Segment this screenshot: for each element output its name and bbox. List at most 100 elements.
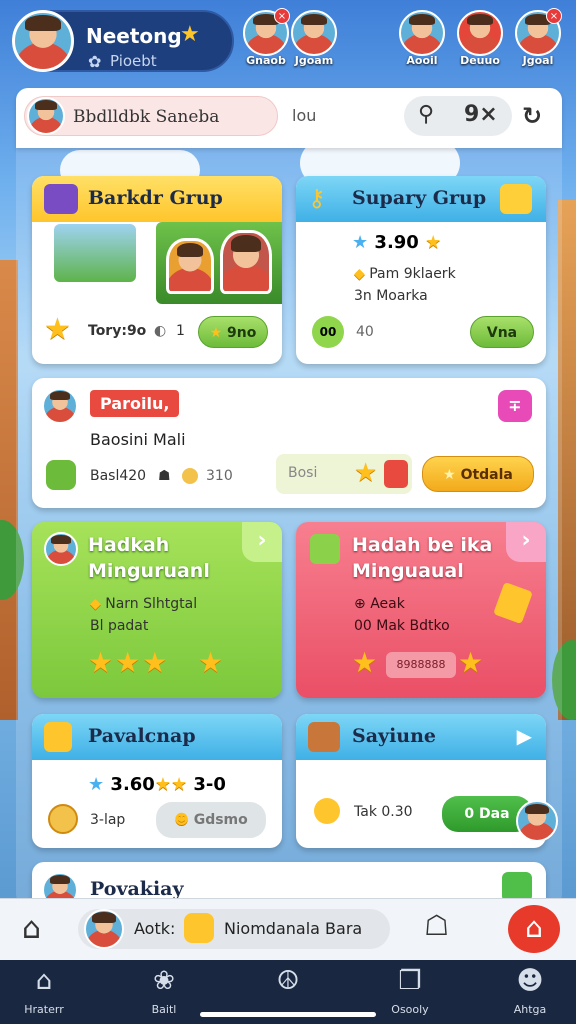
character-art xyxy=(156,222,282,304)
player-name: Neetong xyxy=(86,24,182,48)
house-icon[interactable]: ⌂ xyxy=(22,911,41,946)
quest-line-1: ◆ Narn Slhtgtal xyxy=(90,596,198,612)
chat-label: Aotk: xyxy=(134,919,176,938)
card-title: Pavalcnap xyxy=(88,725,196,747)
search-icon[interactable]: ⚲ xyxy=(418,102,434,127)
scroll-icon xyxy=(44,722,72,752)
event-label: 3-lap xyxy=(90,812,126,828)
group-card-1[interactable]: Barkdr Grup ★ Tory:9o ◐ 1 ★ 9no xyxy=(32,176,282,364)
profile-tag: Paroilu, xyxy=(90,390,180,417)
profile-subtitle: Baosini Mali xyxy=(90,430,186,449)
quest-title-1: Hadkah xyxy=(88,534,170,556)
search-input[interactable]: lou xyxy=(292,106,316,125)
gift-input-text: Bosi xyxy=(288,465,318,481)
quest-title-1: Hadah be ika xyxy=(352,534,493,556)
card-title: Sayiune xyxy=(352,725,437,747)
card-header: Pavalcnap xyxy=(32,714,282,760)
friend-avatar xyxy=(457,10,503,56)
gift-icon xyxy=(384,460,408,488)
quest-line-1: ⊕ Aeak xyxy=(354,596,405,612)
friend-avatar xyxy=(291,10,337,56)
nav-home[interactable]: ⌂ Hraterr xyxy=(4,966,84,1017)
card-header: Sayiune ▶ xyxy=(296,714,546,760)
chevron-right-icon[interactable]: › xyxy=(506,522,546,562)
group-card-2[interactable]: ⚷ Supary Grup ★ 3.90 ★ ◆ Pam 9klaerk 3n … xyxy=(296,176,546,364)
player-profile[interactable]: Neetong ★ ✿ Pioebt xyxy=(12,10,234,72)
chat-bar[interactable]: Aotk: Niomdanala Bara xyxy=(78,909,390,949)
card-title: Barkdr Grup xyxy=(88,187,223,209)
badge-icon xyxy=(500,184,532,214)
treasure-icon xyxy=(308,722,340,752)
nav-profile[interactable]: ☻ Ahtga xyxy=(490,966,570,1017)
quest-title-2: Minguaual xyxy=(352,560,464,582)
smile-icon xyxy=(314,798,340,824)
claim-button[interactable]: ☻ Gdsmo xyxy=(156,802,266,838)
play-icon[interactable]: ▶ xyxy=(517,724,532,748)
filter-button[interactable]: 9× xyxy=(464,102,498,127)
quest-card-pink[interactable]: Hadah be ika Minguaual › ⊕ Aeak 00 Mak B… xyxy=(296,522,546,698)
close-icon[interactable]: × xyxy=(546,8,562,24)
refresh-icon[interactable]: ↻ xyxy=(522,102,542,130)
floating-avatar[interactable] xyxy=(516,800,558,842)
nav-center[interactable]: ☮ xyxy=(248,966,328,998)
shield-icon: ◐ xyxy=(154,323,167,339)
friend-avatar xyxy=(399,10,445,56)
nav-label: Baitl xyxy=(151,1003,177,1016)
detail-line-2: 3n Moarka xyxy=(354,288,428,304)
event-card-1[interactable]: Pavalcnap ★ 3.60★★ 3-0 3-lap ☻ Gdsmo xyxy=(32,714,282,848)
event-label: Tak 0.30 xyxy=(354,804,413,820)
friend-3[interactable]: Aooil xyxy=(396,10,448,67)
ticket-icon[interactable]: ∓ xyxy=(498,390,532,422)
nav-label: Hraterr xyxy=(24,1003,64,1016)
home-button[interactable]: ⌂ xyxy=(508,905,560,953)
coin-icon xyxy=(182,468,198,484)
key-icon: ⚷ xyxy=(308,184,326,212)
character-avatar xyxy=(166,238,214,294)
quest-line-2: Bl padat xyxy=(90,618,149,634)
chat-avatar xyxy=(84,909,124,949)
card-header: ⚷ Supary Grup xyxy=(296,176,546,222)
friend-2[interactable]: Jgoam xyxy=(288,10,340,67)
robot-icon[interactable]: ☖ xyxy=(424,909,449,942)
details-button[interactable]: ★ Otdala xyxy=(422,456,534,492)
user-icon: ☻ xyxy=(516,966,544,996)
rating: ★ 3.90 ★ xyxy=(352,232,442,253)
nav-pets[interactable]: ❀ Baitl xyxy=(124,966,204,1017)
search-filter-pill[interactable]: Bbdlldbk Saneba xyxy=(24,96,278,136)
friend-5[interactable]: × Jgoal xyxy=(512,8,564,67)
scene-image xyxy=(54,224,136,282)
search-bar: Bbdlldbk Saneba lou ⚲ 9× ↻ xyxy=(16,88,562,148)
home-indicator xyxy=(200,1012,376,1017)
search-pill-label: Bbdlldbk Saneba xyxy=(73,107,220,127)
friend-1[interactable]: × Gnaob xyxy=(240,8,292,67)
view-button[interactable]: Vna xyxy=(470,316,534,348)
chevron-right-icon[interactable]: › xyxy=(242,522,282,562)
gold-bar-icon xyxy=(493,581,533,625)
nav-label: Ahtga xyxy=(513,1003,547,1016)
coin-icon xyxy=(48,804,78,834)
quest-card-green[interactable]: Hadkah Minguruanl › ◆ Narn Slhtgtal Bl p… xyxy=(32,522,282,698)
progress-bar: 8988888 xyxy=(386,652,456,678)
member-count: 1 xyxy=(176,323,185,339)
friend-4[interactable]: Deuuo xyxy=(454,10,506,67)
camera-icon: ☗ xyxy=(158,468,171,484)
top-bar: Neetong ★ ✿ Pioebt × Gnaob Jgoam Aooil D… xyxy=(0,0,576,82)
player-avatar[interactable] xyxy=(12,10,74,72)
card-header: Barkdr Grup xyxy=(32,176,282,222)
card-title: Supary Grup xyxy=(352,187,487,209)
card-title: Povakiay xyxy=(90,878,184,900)
detail-line-1: ◆ Pam 9klaerk xyxy=(354,266,456,282)
event-card-2[interactable]: Sayiune ▶ Tak 0.30 0 Daa xyxy=(296,714,546,848)
gift-input[interactable]: Bosi ★ xyxy=(276,454,412,494)
chat-text: Niomdanala Bara xyxy=(224,919,363,938)
gear-icon[interactable]: ✿ xyxy=(88,52,101,71)
coin-value: 310 xyxy=(206,468,233,484)
join-button[interactable]: ★ 9no xyxy=(198,316,268,348)
peace-icon: ☮ xyxy=(276,966,300,996)
star-icon: ★ xyxy=(458,646,484,679)
box-icon xyxy=(310,534,340,564)
home-icon: ⌂ xyxy=(35,966,53,996)
bear-icon xyxy=(184,913,214,943)
profile-card[interactable]: Paroilu, Baosini Mali ∓ Basl420 ☗ 310 Bo… xyxy=(32,378,546,508)
nav-cards[interactable]: ❐ Osooly xyxy=(370,966,450,1017)
